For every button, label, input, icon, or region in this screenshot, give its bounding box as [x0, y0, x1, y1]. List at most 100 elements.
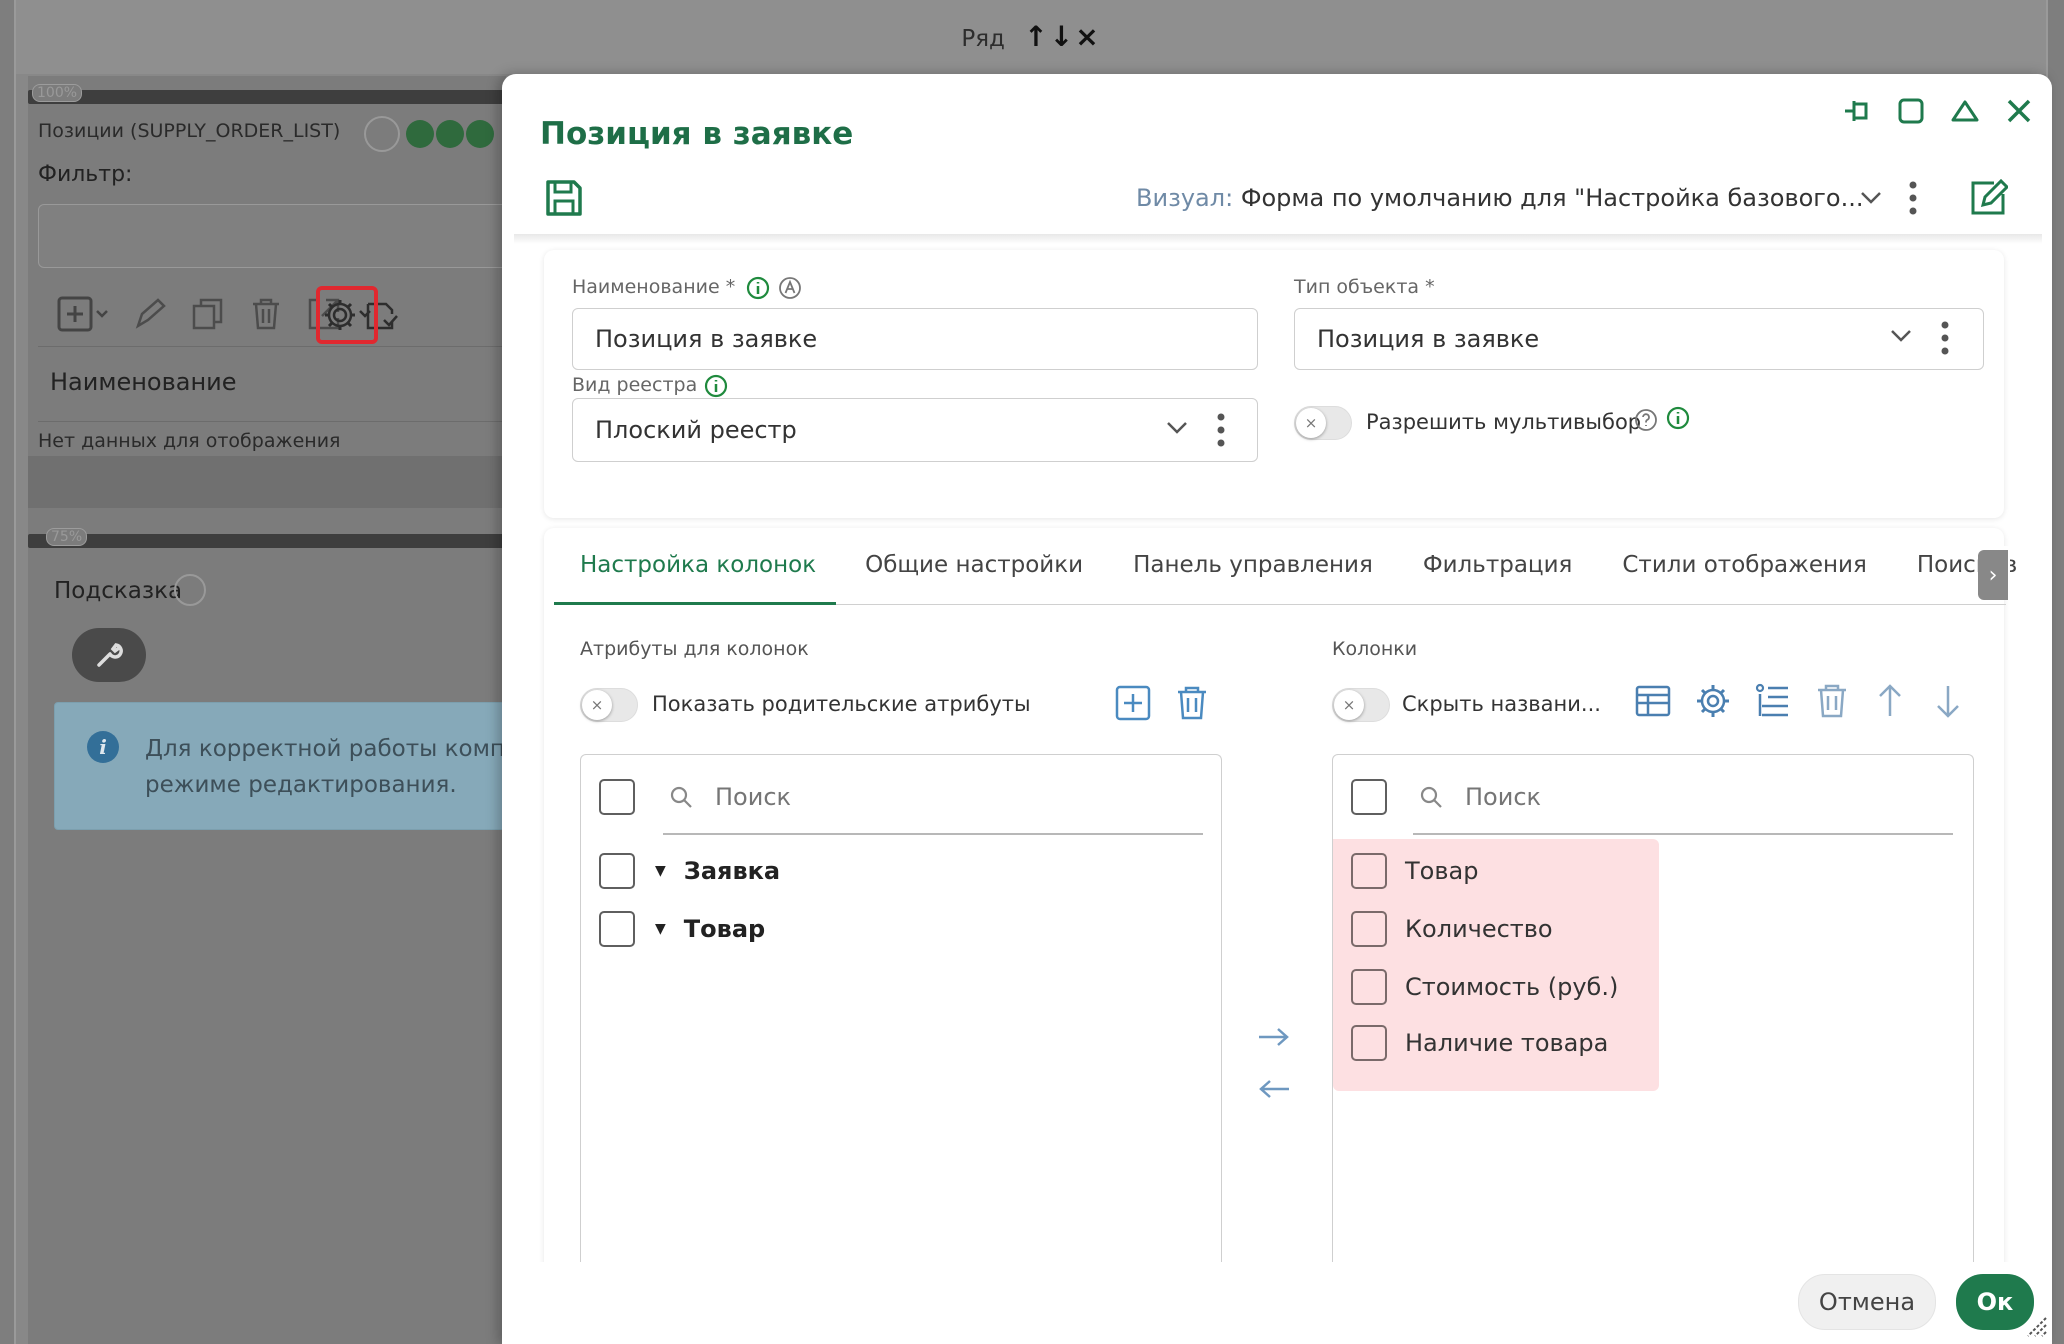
item-checkbox[interactable] [1351, 1025, 1387, 1061]
no-data-text: Нет данных для отображения [38, 430, 341, 452]
close-icon[interactable] [2004, 96, 2034, 126]
resize-handle-icon[interactable] [2020, 1310, 2048, 1338]
select-all-checkbox[interactable] [599, 779, 635, 815]
edit-hint-icon[interactable] [174, 574, 206, 606]
cancel-button[interactable]: Отмена [1798, 1274, 1936, 1330]
select-all-checkbox[interactable] [1351, 779, 1387, 815]
attributes-search-input[interactable] [715, 777, 1075, 817]
list-title: Позиции (SUPPLY_ORDER_LIST) [38, 120, 341, 142]
help-icon[interactable] [1634, 408, 1658, 432]
header-divider [38, 421, 508, 422]
item-label: Стоимость (руб.) [1405, 973, 1619, 1001]
delete-icon[interactable] [248, 296, 284, 332]
columns-search-input[interactable] [1465, 777, 1825, 817]
tab-scroll-right-icon[interactable]: › [1978, 550, 2008, 600]
multiselect-toggle[interactable]: × [1294, 406, 1352, 440]
edit-visual-icon[interactable] [1968, 178, 2008, 218]
delete-icon[interactable] [1814, 682, 1850, 720]
item-checkbox[interactable] [599, 911, 635, 947]
item-checkbox[interactable] [1351, 969, 1387, 1005]
list-footer-band [28, 456, 508, 508]
show-parent-label: Показать родительские атрибуты [652, 692, 1031, 716]
pin-icon[interactable] [1842, 96, 1872, 126]
chevron-down-icon[interactable] [1890, 328, 1912, 344]
object-type-select[interactable]: Позиция в заявке [1294, 308, 1984, 370]
hide-names-toggle[interactable]: × [1332, 688, 1390, 722]
delete-icon[interactable] [1174, 684, 1210, 722]
collapse-icon[interactable] [1950, 96, 1980, 126]
info-icon[interactable] [1666, 406, 1690, 430]
active-tab-underline [554, 602, 836, 605]
list-item[interactable]: Товар [1351, 853, 1478, 889]
edit-title-icon[interactable] [364, 116, 400, 152]
info-icon[interactable] [704, 374, 728, 398]
chevron-down-icon[interactable] [1860, 190, 1882, 206]
toggle-off-icon: × [1296, 408, 1326, 438]
list-settings-icon[interactable] [1754, 682, 1792, 720]
columns-list: Товар Количество Стоимость (руб.) Наличи… [1332, 754, 1974, 1344]
filter-input[interactable] [38, 204, 508, 268]
caret-down-icon[interactable]: ▼ [655, 863, 666, 879]
column-header-name: Наименование [50, 368, 237, 396]
arrow-right-icon[interactable] [1256, 1026, 1292, 1048]
object-type-value: Позиция в заявке [1317, 325, 1540, 353]
item-checkbox[interactable] [599, 853, 635, 889]
arrow-left-icon[interactable] [1256, 1078, 1292, 1100]
name-input[interactable]: Позиция в заявке [572, 308, 1258, 370]
row-move-controls[interactable]: ↑↓× [1024, 20, 1100, 53]
tab-display-styles[interactable]: Стили отображения [1597, 552, 1891, 578]
auto-icon[interactable] [778, 276, 802, 300]
tab-column-settings[interactable]: Настройка колонок [562, 552, 840, 578]
info-box: i Для корректной работы компо режиме ред… [54, 702, 519, 830]
info-icon[interactable] [746, 276, 770, 300]
play-circle-icon[interactable] [436, 120, 464, 148]
modal-dialog: Позиция в заявке Визуал: Форма по умолча… [502, 74, 2052, 1344]
visual-selector[interactable]: Визуал: Форма по умолчанию для "Настройк… [1136, 184, 1863, 212]
list-item[interactable]: ▼ Товар [599, 911, 765, 947]
hint-title: Подсказка [54, 578, 183, 604]
item-checkbox[interactable] [1351, 911, 1387, 947]
list-actions [406, 120, 494, 148]
item-label: Товар [1405, 857, 1479, 885]
background-list-pane: 100% Позиции (SUPPLY_ORDER_LIST) Фильтр:… [28, 76, 519, 1344]
item-label: Количество [1405, 915, 1553, 943]
info-text-line1: Для корректной работы компо [145, 736, 520, 762]
save-icon[interactable] [544, 178, 584, 218]
edit-circle-icon[interactable] [406, 120, 434, 148]
add-icon[interactable] [1114, 684, 1152, 722]
copy-icon[interactable] [190, 296, 226, 332]
chevron-down-icon[interactable] [1166, 420, 1188, 436]
row-header-bar: Ряд ↑↓× [16, 0, 2046, 74]
toolbar-divider [38, 346, 508, 347]
tab-filtering[interactable]: Фильтрация [1398, 552, 1598, 578]
wrench-button[interactable] [72, 628, 146, 682]
attributes-title: Атрибуты для колонок [580, 638, 809, 660]
registry-select[interactable]: Плоский реестр [572, 398, 1258, 462]
tab-control-panel[interactable]: Панель управления [1108, 552, 1398, 578]
list-item[interactable]: ▼ Заявка [599, 853, 780, 889]
window-controls [1842, 96, 2034, 126]
list-item[interactable]: Количество [1351, 911, 1553, 947]
kebab-icon[interactable] [1940, 320, 1950, 356]
add-icon[interactable] [56, 294, 110, 334]
gear-icon[interactable] [1694, 682, 1732, 720]
name-label-icons [746, 276, 802, 300]
caret-down-icon[interactable]: ▼ [655, 921, 666, 937]
search-underline [1413, 833, 1953, 835]
arrow-up-icon[interactable] [1872, 682, 1908, 720]
show-parent-toggle[interactable]: × [580, 688, 638, 722]
list-item[interactable]: Стоимость (руб.) [1351, 969, 1618, 1005]
column-settings-button[interactable] [316, 286, 378, 344]
wrench-icon [97, 643, 123, 667]
item-checkbox[interactable] [1351, 853, 1387, 889]
maximize-icon[interactable] [1896, 96, 1926, 126]
add-circle-icon[interactable] [466, 120, 494, 148]
tab-general-settings[interactable]: Общие настройки [840, 552, 1108, 578]
list-item[interactable]: Наличие товара [1351, 1025, 1608, 1061]
kebab-icon[interactable] [1908, 180, 1918, 216]
kebab-icon[interactable] [1216, 412, 1226, 448]
edit-icon[interactable] [132, 296, 168, 332]
table-icon[interactable] [1634, 682, 1672, 720]
arrow-down-icon[interactable] [1930, 682, 1966, 720]
search-icon [670, 786, 692, 808]
